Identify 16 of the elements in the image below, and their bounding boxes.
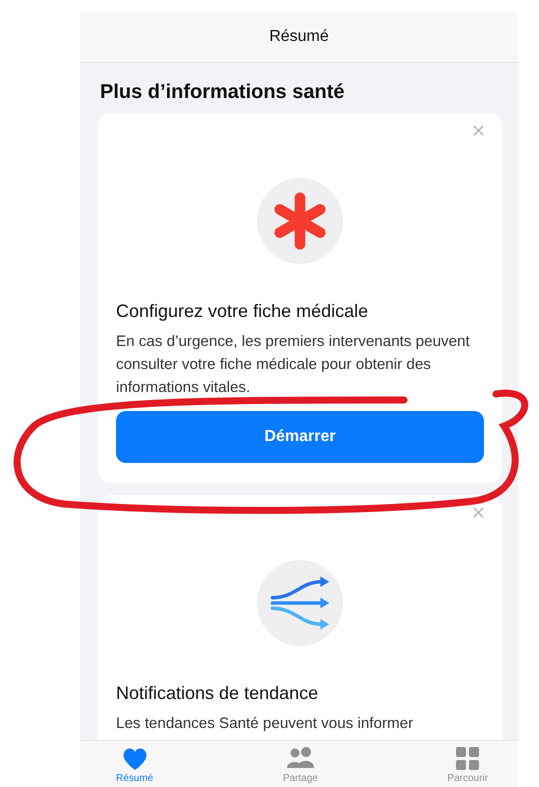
card-title: Configurez votre fiche médicale [116, 301, 370, 322]
card-title: Notifications de tendance [116, 683, 320, 704]
tab-item[interactable]: Parcourir [447, 741, 488, 787]
navigation-title: Résumé [269, 28, 329, 46]
close-icon[interactable] [473, 507, 484, 518]
card-description: En cas d’urgence, les premiers intervenants peuvent consulter votre fiche médicale pour obtenir des informations vitales. [116, 332, 471, 398]
tab-item[interactable]: Résumé [116, 741, 154, 787]
tab-item[interactable]: Partage [282, 741, 318, 787]
arrows-icon [269, 576, 331, 630]
heart-icon [120, 746, 149, 771]
card-description: Les tendances Santé peuvent vous informer [116, 714, 414, 734]
people-icon [286, 746, 314, 771]
start-button[interactable]: Démarrer [116, 411, 484, 463]
section-title: Plus d’informations santé [99, 80, 346, 105]
grid-icon [454, 746, 482, 771]
close-icon[interactable] [473, 125, 484, 136]
